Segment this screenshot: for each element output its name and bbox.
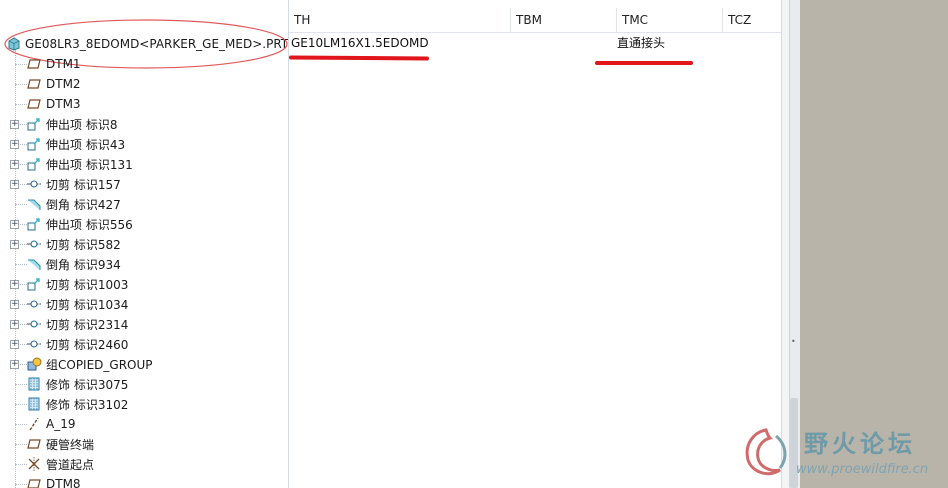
cosmetic-icon [26,396,42,412]
tree-item-label: 组COPIED_GROUP [46,357,153,372]
tree-item[interactable]: + 伸出项 标识556 [0,214,288,234]
cell-tmc-value[interactable]: 直通接头 [617,34,665,52]
model-tree: GE08LR3_8EDOMD<PARKER_GE_MED>.PRT DTM1 DT… [0,0,289,488]
tree-item-label: 管道起点 [46,457,95,472]
tree-item[interactable]: 倒角 标识934 [0,254,288,274]
tree-item[interactable]: + 切剪 标识2460 [0,334,288,354]
tree-item-label: 修饰 标识3075 [46,377,129,392]
splitter-grip-icon[interactable]: • [791,338,797,346]
datum-plane-icon [26,96,42,112]
datum-plane-icon [26,436,42,452]
protrusion-icon [26,276,42,292]
tree-item-label: 切剪 标识1003 [46,277,129,292]
tree-item[interactable]: + 切剪 标识582 [0,234,288,254]
tree-item[interactable]: A_19 [0,414,288,434]
annotation-underline-tmc [595,61,693,65]
tree-item-label: 切剪 标识2314 [46,317,129,332]
tree-item[interactable]: 修饰 标识3075 [0,374,288,394]
expand-toggle-icon[interactable]: + [10,220,19,229]
tree-item[interactable]: 倒角 标识427 [0,194,288,214]
expand-toggle-icon[interactable]: + [10,120,19,129]
tree-item[interactable]: + 伸出项 标识131 [0,154,288,174]
column-header-tmc[interactable]: TMC [617,8,723,32]
tree-item[interactable]: + 组COPIED_GROUP [0,354,288,374]
tree-item-label: DTM8 [46,477,81,488]
tree-item-label: 硬管终端 [46,437,95,452]
expand-toggle-icon[interactable]: + [10,240,19,249]
cosmetic-icon [26,376,42,392]
forum-watermark: 野火论坛 www.proewildfire.cn [736,420,948,488]
datum-plane-icon [26,56,42,72]
tree-item[interactable]: + 切剪 标识1034 [0,294,288,314]
tree-item-label: 伸出项 标识556 [46,217,133,232]
watermark-url: www.proewildfire.cn [796,462,929,477]
tree-item[interactable]: DTM3 [0,94,288,114]
tree-item[interactable]: 管道起点 [0,454,288,474]
expand-toggle-icon[interactable]: + [10,320,19,329]
tree-item-label: DTM3 [46,97,81,111]
tree-item-label: 伸出项 标识43 [46,137,126,152]
expand-toggle-icon[interactable]: + [10,360,19,369]
tree-item-label: 切剪 标识582 [46,237,121,252]
expand-toggle-icon[interactable]: + [10,300,19,309]
tree-item[interactable]: + 伸出项 标识43 [0,134,288,154]
cell-th-value[interactable]: GE10LM16X1.5EDOMD [291,34,429,52]
protrusion-icon [26,116,42,132]
tree-item-label: 切剪 标识157 [46,177,121,192]
tree-item-label: 修饰 标识3102 [46,397,129,412]
cut-icon [26,176,42,192]
group-icon [26,356,42,372]
annotation-underline-th [288,55,430,61]
protrusion-icon [26,216,42,232]
protrusion-icon [26,136,42,152]
datum-point-icon [26,456,42,472]
tree-item-label: A_19 [46,417,76,431]
graphics-window[interactable] [800,0,948,488]
protrusion-icon [26,156,42,172]
expand-toggle-icon[interactable]: + [10,280,19,289]
tree-item-label: 倒角 标识427 [46,197,121,212]
tree-item[interactable]: DTM8 [0,474,288,488]
tree-item[interactable]: + 切剪 标识2314 [0,314,288,334]
expand-toggle-icon[interactable]: + [10,340,19,349]
cut-icon [26,316,42,332]
column-header-row: TH TBM TMC TCZ [289,8,781,33]
tree-item[interactable]: DTM1 [0,54,288,74]
watermark-title: 野火论坛 [804,430,916,458]
tree-item-label: DTM2 [46,77,81,91]
column-header-tbm[interactable]: TBM [511,8,617,32]
tree-item-label: DTM1 [46,57,81,71]
tree-item[interactable]: + 伸出项 标识8 [0,114,288,134]
tree-item[interactable]: 硬管终端 [0,434,288,454]
attribute-grid: TH TBM TMC TCZ GE10LM16X1.5EDOMD 直通接头 [288,0,781,488]
tree-item[interactable]: 修饰 标识3102 [0,394,288,414]
expand-toggle-icon[interactable]: + [10,160,19,169]
tree-item-label: 伸出项 标识8 [46,117,118,132]
cut-icon [26,296,42,312]
datum-plane-icon [26,476,42,488]
cut-icon [26,236,42,252]
column-header-tcz[interactable]: TCZ [723,8,781,32]
column-header-th[interactable]: TH [289,8,511,32]
cut-icon [26,336,42,352]
tree-item[interactable]: + 切剪 标识1003 [0,274,288,294]
datum-plane-icon [26,76,42,92]
watermark-logo-icon [745,428,787,476]
chamfer-icon [26,256,42,272]
tree-item-label: 切剪 标识1034 [46,297,129,312]
tree-item-label: 切剪 标识2460 [46,337,129,352]
expand-toggle-icon[interactable]: + [10,180,19,189]
tree-item-label: 伸出项 标识131 [46,157,133,172]
tree-item[interactable]: DTM2 [0,74,288,94]
tree-item[interactable]: + 切剪 标识157 [0,174,288,194]
tree-item-label: 倒角 标识934 [46,257,121,272]
expand-toggle-icon[interactable]: + [10,140,19,149]
chamfer-icon [26,196,42,212]
axis-icon [26,416,42,432]
